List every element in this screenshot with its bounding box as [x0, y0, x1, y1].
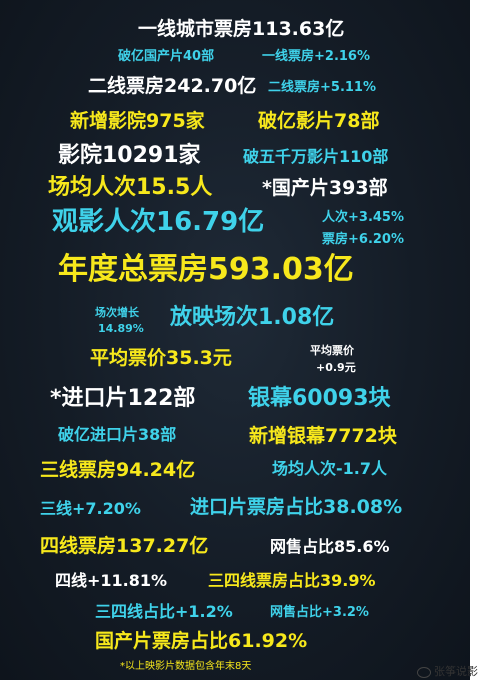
stat-tier4-box-office: 四线票房137.27亿	[40, 535, 209, 557]
stat-new-screens: 新增银幕7772块	[249, 425, 397, 447]
stat-box-office-growth: 票房+6.20%	[322, 232, 404, 247]
weibo-icon	[417, 666, 431, 678]
stat-tier2-growth: 二线票房+5.11%	[268, 80, 376, 95]
stat-online-share: 网售占比85.6%	[270, 537, 390, 556]
stat-new-cinemas: 新增影院975家	[70, 110, 205, 132]
stat-screenings-growth-label: 场次增长	[95, 306, 139, 319]
stat-domestic-share: 国产片票房占比61.92%	[95, 630, 308, 652]
stat-avg-ticket-price: 平均票价35.3元	[90, 347, 232, 369]
stat-tier3-growth: 三线+7.20%	[40, 499, 141, 518]
stat-tier4-growth: 四线+11.81%	[55, 571, 168, 590]
stat-annual-box-office: 年度总票房593.03亿	[58, 252, 354, 287]
watermark-text: 张筝说影	[434, 665, 478, 678]
stat-ticket-price-growth: +0.9元	[316, 361, 356, 374]
stat-tier34-share-growth: 三四线占比+1.2%	[95, 602, 233, 621]
stat-imported-films: *进口片122部	[50, 386, 196, 411]
stat-100m-films: 破亿影片78部	[258, 110, 380, 132]
stat-tier1-box-office: 一线城市票房113.63亿	[138, 18, 345, 40]
stat-cinemas-total: 影院10291家	[58, 143, 201, 168]
stat-domestic-films: *国产片393部	[262, 177, 388, 199]
stat-admissions-growth: 人次+3.45%	[322, 210, 404, 225]
box-office-poster: 一线城市票房113.63亿 破亿国产片40部 一线票房+2.16% 二线票房24…	[0, 0, 470, 680]
stat-tier34-share: 三四线票房占比39.9%	[208, 571, 376, 590]
stat-admissions-change: 场均人次-1.7人	[272, 459, 387, 478]
stat-imported-100m-films: 破亿进口片38部	[58, 425, 177, 444]
stat-ticket-price-label: 平均票价	[310, 344, 354, 357]
footnote: *以上映影片数据包含年末8天	[120, 661, 252, 672]
stat-tier2-box-office: 二线票房242.70亿	[88, 75, 257, 97]
stat-screenings: 放映场次1.08亿	[170, 305, 335, 330]
stat-screenings-growth-value: 14.89%	[98, 322, 144, 335]
stat-tier3-box-office: 三线票房94.24亿	[40, 459, 196, 481]
stat-tier1-growth: 一线票房+2.16%	[262, 49, 370, 64]
stat-domestic-100m-films: 破亿国产片40部	[118, 49, 215, 64]
stat-avg-admissions: 场均人次15.5人	[48, 175, 213, 200]
stat-online-share-growth: 网售占比+3.2%	[270, 605, 369, 620]
watermark: 张筝说影	[417, 663, 478, 679]
stat-imported-share: 进口片票房占比38.08%	[190, 496, 403, 518]
stat-admissions: 观影人次16.79亿	[52, 207, 265, 237]
stat-screens: 银幕60093块	[248, 386, 391, 411]
stat-50m-films: 破五千万影片110部	[243, 147, 389, 166]
